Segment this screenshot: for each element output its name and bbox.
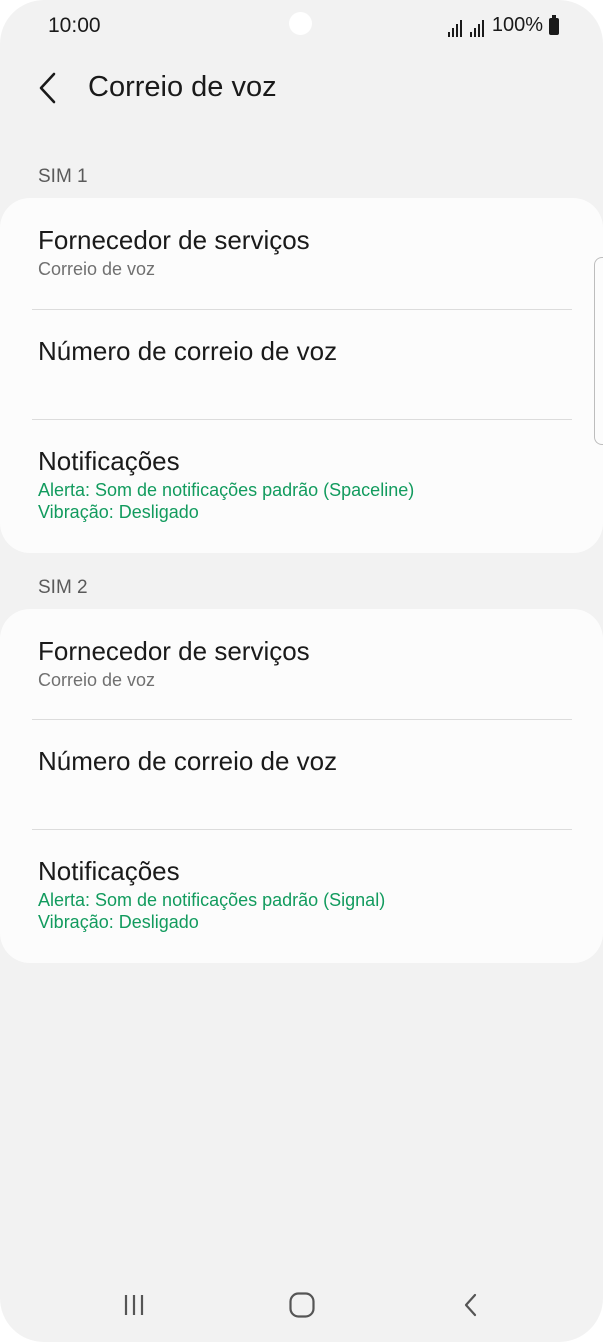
sim2-voicemail-number-item[interactable]: Número de correio de voz bbox=[38, 745, 568, 777]
voicemail-number-title: Número de correio de voz bbox=[38, 336, 338, 366]
sim1-notifications-item[interactable]: Notificações Alerta: Som de notificações… bbox=[38, 445, 568, 523]
divider bbox=[32, 829, 572, 830]
divider bbox=[32, 719, 572, 720]
camera-cutout bbox=[289, 12, 312, 35]
notifications-title: Notificações bbox=[38, 446, 180, 476]
status-icons: 100% bbox=[447, 14, 559, 37]
home-icon bbox=[289, 1292, 315, 1318]
recents-icon bbox=[124, 1295, 144, 1315]
back-button[interactable] bbox=[26, 66, 70, 110]
sim2-notifications-item[interactable]: Notificações Alerta: Som de notificações… bbox=[38, 855, 568, 933]
battery-percent: 100% bbox=[491, 14, 543, 36]
chevron-left-icon bbox=[39, 72, 56, 104]
recents-button[interactable] bbox=[104, 1280, 164, 1330]
sim1-voicemail-number-item[interactable]: Número de correio de voz bbox=[38, 335, 568, 367]
sim2-card: Fornecedor de serviços Correio de voz Nú… bbox=[0, 609, 603, 963]
notifications-alert: Alerta: Som de notificações padrão (Sign… bbox=[38, 890, 386, 910]
sim1-label: SIM 1 bbox=[38, 166, 88, 187]
notifications-vibration: Vibração: Desligado bbox=[38, 502, 199, 522]
notifications-title: Notificações bbox=[38, 856, 180, 886]
provider-subtitle: Correio de voz bbox=[38, 670, 156, 690]
phone-screen: 10:00 100% Correio de voz SIM 1 Forneced… bbox=[0, 0, 603, 1342]
navigation-bar bbox=[0, 1268, 603, 1342]
notifications-vibration: Vibração: Desligado bbox=[38, 912, 199, 932]
provider-subtitle: Correio de voz bbox=[38, 259, 156, 279]
sim1-card: Fornecedor de serviços Correio de voz Nú… bbox=[0, 198, 603, 553]
app-header: Correio de voz bbox=[0, 62, 603, 118]
provider-title: Fornecedor de serviços bbox=[38, 225, 310, 255]
status-time: 10:00 bbox=[48, 14, 101, 37]
back-icon bbox=[464, 1293, 477, 1317]
battery-icon bbox=[549, 15, 559, 35]
notifications-alert: Alerta: Som de notificações padrão (Spac… bbox=[38, 480, 415, 500]
voicemail-number-title: Número de correio de voz bbox=[38, 746, 338, 776]
provider-title: Fornecedor de serviços bbox=[38, 636, 310, 666]
signal-icon bbox=[469, 19, 484, 37]
sim2-label: SIM 2 bbox=[38, 577, 88, 598]
divider bbox=[32, 309, 572, 310]
divider bbox=[32, 419, 572, 420]
page-title: Correio de voz bbox=[88, 71, 277, 103]
home-button[interactable] bbox=[272, 1280, 332, 1330]
status-bar: 10:00 100% bbox=[0, 0, 603, 54]
scrollbar[interactable] bbox=[594, 257, 603, 445]
sim1-provider-item[interactable]: Fornecedor de serviços Correio de voz bbox=[38, 224, 568, 280]
sim2-provider-item[interactable]: Fornecedor de serviços Correio de voz bbox=[38, 635, 568, 691]
signal-icon bbox=[447, 19, 462, 37]
nav-back-button[interactable] bbox=[441, 1280, 501, 1330]
